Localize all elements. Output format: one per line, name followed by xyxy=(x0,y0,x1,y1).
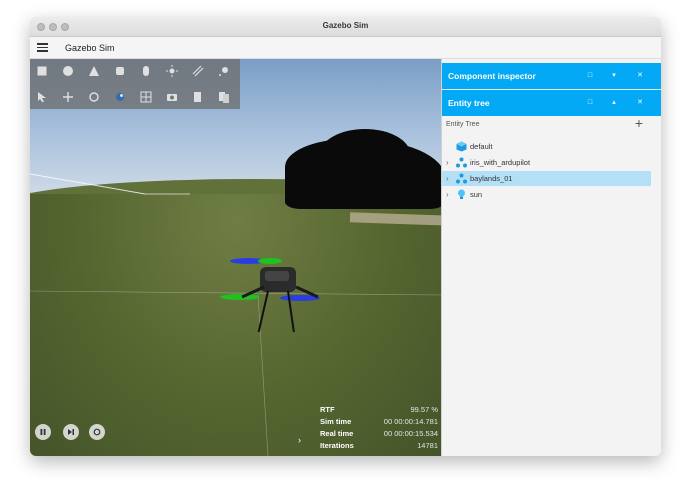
tree-item-label: baylands_01 xyxy=(470,174,513,183)
select-arrow-icon[interactable] xyxy=(36,91,48,103)
undock-icon[interactable]: □ xyxy=(584,97,596,109)
grid-icon[interactable] xyxy=(140,91,152,103)
cylinder-icon[interactable] xyxy=(114,65,126,77)
stat-label: Sim time xyxy=(320,416,351,428)
cone-icon[interactable] xyxy=(88,65,100,77)
chevron-right-icon[interactable]: › xyxy=(446,158,449,167)
pause-icon[interactable] xyxy=(35,424,51,440)
entity-tree-title: Entity tree xyxy=(448,98,490,108)
chevron-right-icon[interactable]: › xyxy=(446,174,449,183)
entity-tree-header[interactable]: Entity tree □ ▴ ✕ xyxy=(442,90,661,116)
copy-icon[interactable] xyxy=(192,91,204,103)
3d-scene-viewport[interactable]: RTF 99.57 % Sim time 00 00:00:14.781 Rea… xyxy=(30,59,441,456)
drone-model[interactable] xyxy=(190,247,320,332)
undock-icon[interactable]: □ xyxy=(584,70,596,82)
tree-item-sun[interactable]: › sun xyxy=(442,187,651,202)
light-bulb-icon xyxy=(456,189,467,200)
component-inspector-header[interactable]: Component inspector □ ▾ ✕ xyxy=(442,63,661,89)
stat-label: RTF xyxy=(320,404,335,416)
right-panel: Component inspector □ ▾ ✕ Entity tree □ … xyxy=(441,59,661,456)
stat-row-sim-time: Sim time 00 00:00:14.781 xyxy=(320,416,438,428)
close-icon[interactable]: ✕ xyxy=(634,70,646,82)
component-inspector-title: Component inspector xyxy=(448,71,536,81)
window-title: Gazebo Sim xyxy=(30,21,661,30)
tree-item-label: iris_with_ardupilot xyxy=(470,158,530,167)
world-stats: RTF 99.57 % Sim time 00 00:00:14.781 Rea… xyxy=(320,404,438,452)
stat-value: 00 00:00:14.781 xyxy=(384,416,438,428)
screenshot-icon[interactable] xyxy=(166,91,178,103)
stat-row-real-time: Real time 00 00:00:15.534 xyxy=(320,428,438,440)
stat-row-iterations: Iterations 14781 xyxy=(320,440,438,452)
step-icon[interactable] xyxy=(63,424,79,440)
app-name: Gazebo Sim xyxy=(65,43,115,53)
hamburger-menu-icon[interactable] xyxy=(37,43,48,52)
capsule-icon[interactable] xyxy=(140,65,152,77)
expand-icon[interactable]: ▴ xyxy=(608,97,620,109)
world-cube-icon xyxy=(456,141,467,152)
sphere-icon[interactable] xyxy=(62,65,74,77)
reset-icon[interactable] xyxy=(89,424,105,440)
box-icon[interactable] xyxy=(36,65,48,77)
tree-item-baylands[interactable]: › baylands_01 xyxy=(442,171,651,186)
tree-item-default[interactable]: default xyxy=(442,139,651,154)
tree-item-label: default xyxy=(470,142,493,151)
spot-light-icon[interactable] xyxy=(218,65,230,77)
chevron-right-icon[interactable]: › xyxy=(298,435,301,445)
view-angle-icon[interactable] xyxy=(114,91,126,103)
translate-icon[interactable] xyxy=(62,91,74,103)
point-light-icon[interactable] xyxy=(166,65,178,77)
stat-label: Real time xyxy=(320,428,353,440)
stat-value: 99.57 % xyxy=(410,404,438,416)
title-bar: Gazebo Sim xyxy=(30,17,661,37)
app-bar: Gazebo Sim xyxy=(30,37,661,59)
chevron-right-icon[interactable]: › xyxy=(446,190,449,199)
add-entity-icon[interactable]: + xyxy=(632,117,646,131)
collapse-icon[interactable]: ▾ xyxy=(608,70,620,82)
rotate-icon[interactable] xyxy=(88,91,100,103)
stat-value: 00 00:00:15.534 xyxy=(384,428,438,440)
shapes-toolbar xyxy=(30,59,240,109)
tree-item-label: sun xyxy=(470,190,482,199)
stat-value: 14781 xyxy=(417,440,438,452)
close-icon[interactable]: ✕ xyxy=(634,97,646,109)
paste-icon[interactable] xyxy=(218,91,230,103)
model-icon xyxy=(456,157,467,168)
entity-tree-label: Entity Tree xyxy=(446,121,479,128)
stat-row-rtf: RTF 99.57 % xyxy=(320,404,438,416)
model-icon xyxy=(456,173,467,184)
directional-light-icon[interactable] xyxy=(192,65,204,77)
app-window: Gazebo Sim Gazebo Sim xyxy=(30,17,661,456)
stat-label: Iterations xyxy=(320,440,354,452)
tree-item-iris[interactable]: › iris_with_ardupilot xyxy=(442,155,651,170)
